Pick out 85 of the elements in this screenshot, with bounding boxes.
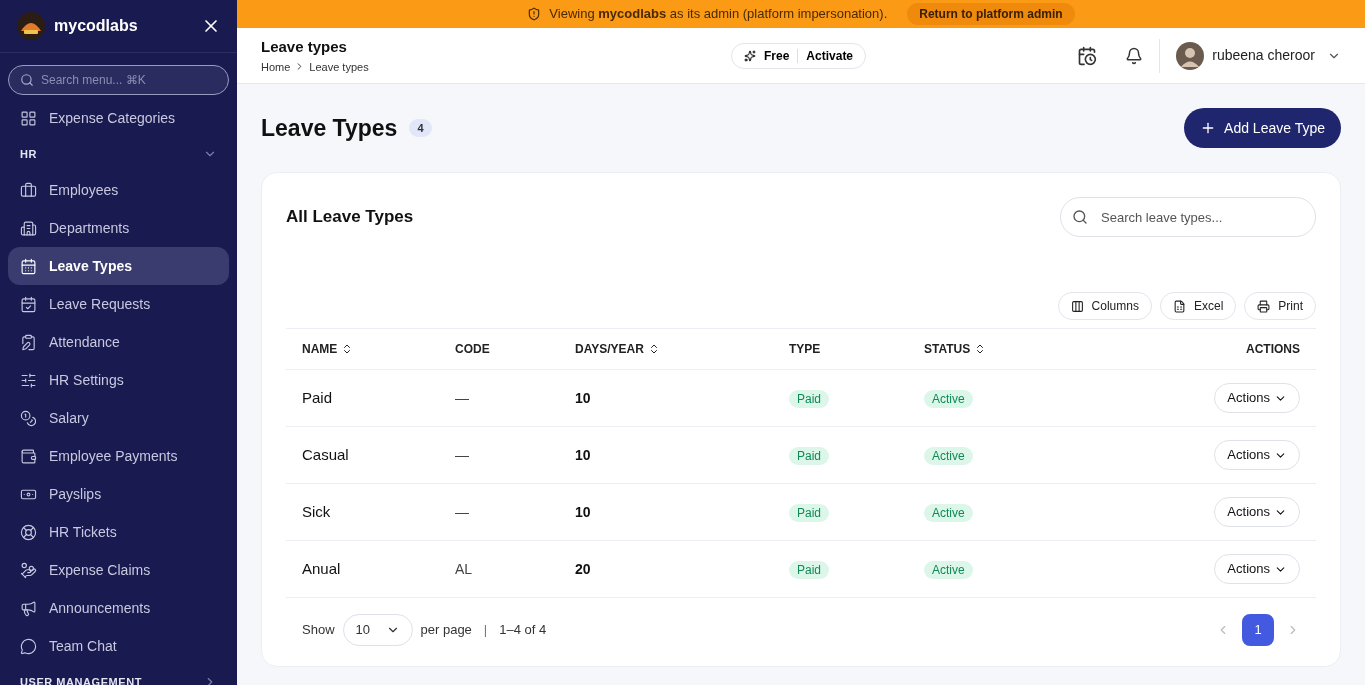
type-tag: Paid (789, 503, 830, 522)
sidebar-item[interactable]: Employees (8, 171, 229, 209)
brand-name: mycodlabs (54, 16, 138, 36)
header-title: Leave types (261, 37, 348, 57)
briefcase-icon (20, 181, 37, 199)
sidebar-item[interactable]: Expense Categories (8, 99, 229, 137)
coins-icon (20, 409, 37, 427)
show-label: Show (302, 621, 335, 640)
calendar-icon (20, 257, 37, 275)
page-title: Leave Types (261, 113, 398, 143)
table-cell-text: Paid (302, 387, 334, 408)
sliders-icon (20, 371, 37, 389)
user-name[interactable]: rubeena cheroor (1212, 45, 1315, 66)
document-icon (1172, 299, 1186, 313)
plan-label: Free (764, 47, 790, 65)
page-button[interactable]: 1 (1242, 614, 1274, 646)
breadcrumb-current: Leave types (309, 59, 369, 75)
column-header[interactable]: DAYS/YEAR (575, 340, 644, 358)
column-header: ACTIONS (1246, 341, 1300, 358)
search-field[interactable]: Search menu... ⌘K (8, 65, 229, 95)
return-button[interactable]: Return to platform admin (907, 3, 1075, 25)
sidebar-item[interactable]: Departments (8, 209, 229, 247)
sidebar-item[interactable]: Attendance (8, 323, 229, 361)
status-tag: Active (924, 389, 973, 408)
add-leave-type-button[interactable]: Add Leave Type (1184, 108, 1341, 148)
megaphone-icon (20, 599, 37, 617)
sidebar-item[interactable]: Salary (8, 399, 229, 437)
shield-icon (527, 7, 542, 21)
sidebar-item[interactable]: Payslips (8, 475, 229, 513)
table-cell-text: Anual (302, 558, 342, 579)
per-page-label: per page (420, 621, 472, 640)
section-title: HR (20, 146, 37, 162)
sidebar-item[interactable]: Leave Requests (8, 285, 229, 323)
sidebar-item[interactable]: Team Chat (8, 627, 229, 665)
sidebar-item[interactable]: HR Tickets (8, 513, 229, 551)
building-icon (20, 219, 37, 237)
separator: | (483, 621, 488, 640)
clipboard-icon (20, 333, 37, 351)
chat-bubble-icon (20, 637, 37, 655)
type-tag: Paid (789, 389, 830, 408)
columns-icon (1070, 299, 1084, 313)
table-cell-text: Casual (302, 444, 350, 465)
bell-icon[interactable] (1125, 46, 1144, 65)
calendar-clock-icon[interactable] (1077, 45, 1098, 66)
hand-coins-icon (20, 561, 37, 579)
table-cell-text: 10 (575, 502, 592, 522)
sidebar-item[interactable]: Announcements (8, 589, 229, 627)
column-header: TYPE (789, 341, 821, 358)
grid-icon (20, 109, 37, 127)
table-cell-text: Sick (302, 501, 332, 522)
sidebar-item[interactable]: Expense Claims (8, 551, 229, 589)
logo-icon (16, 11, 46, 41)
table-cell-text: — (455, 502, 470, 522)
column-header: CODE (455, 341, 490, 358)
sidebar-item[interactable]: Employee Payments (8, 437, 229, 475)
count-badge: 4 (409, 118, 432, 138)
search-icon (20, 73, 34, 87)
range-label: 1–4 of 4 (499, 621, 547, 640)
type-tag: Paid (789, 446, 830, 465)
table-cell-text: 10 (575, 388, 592, 408)
printer-icon (1257, 299, 1271, 313)
table-cell-text: 20 (575, 559, 592, 579)
calendar-check-icon (20, 295, 37, 313)
column-header[interactable]: STATUS (924, 340, 971, 358)
wallet-icon (20, 447, 37, 465)
status-tag: Active (924, 503, 973, 522)
table-cell-text: — (455, 445, 470, 465)
table-cell-text: AL (455, 559, 474, 579)
column-header[interactable]: NAME (302, 340, 338, 358)
sparkle-icon (744, 49, 756, 62)
search-icon (1072, 209, 1088, 225)
status-tag: Active (924, 560, 973, 579)
type-tag: Paid (789, 560, 830, 579)
breadcrumb-link[interactable]: Home (261, 58, 291, 75)
status-tag: Active (924, 446, 973, 465)
table-cell-text: 10 (575, 445, 592, 465)
section-title: USER MANAGEMENT (20, 674, 142, 685)
avatar-icon[interactable] (1176, 41, 1205, 70)
card-title: All Leave Types (286, 206, 414, 229)
banner-text: Viewing mycodlabs as its admin (platform impersonation). (549, 5, 888, 24)
activate-link[interactable]: Activate (806, 46, 854, 65)
lifebuoy-icon (20, 523, 37, 541)
table-cell-text: — (455, 388, 470, 408)
sidebar-item[interactable]: Leave Types (8, 247, 229, 285)
sidebar-item[interactable]: HR Settings (8, 361, 229, 399)
